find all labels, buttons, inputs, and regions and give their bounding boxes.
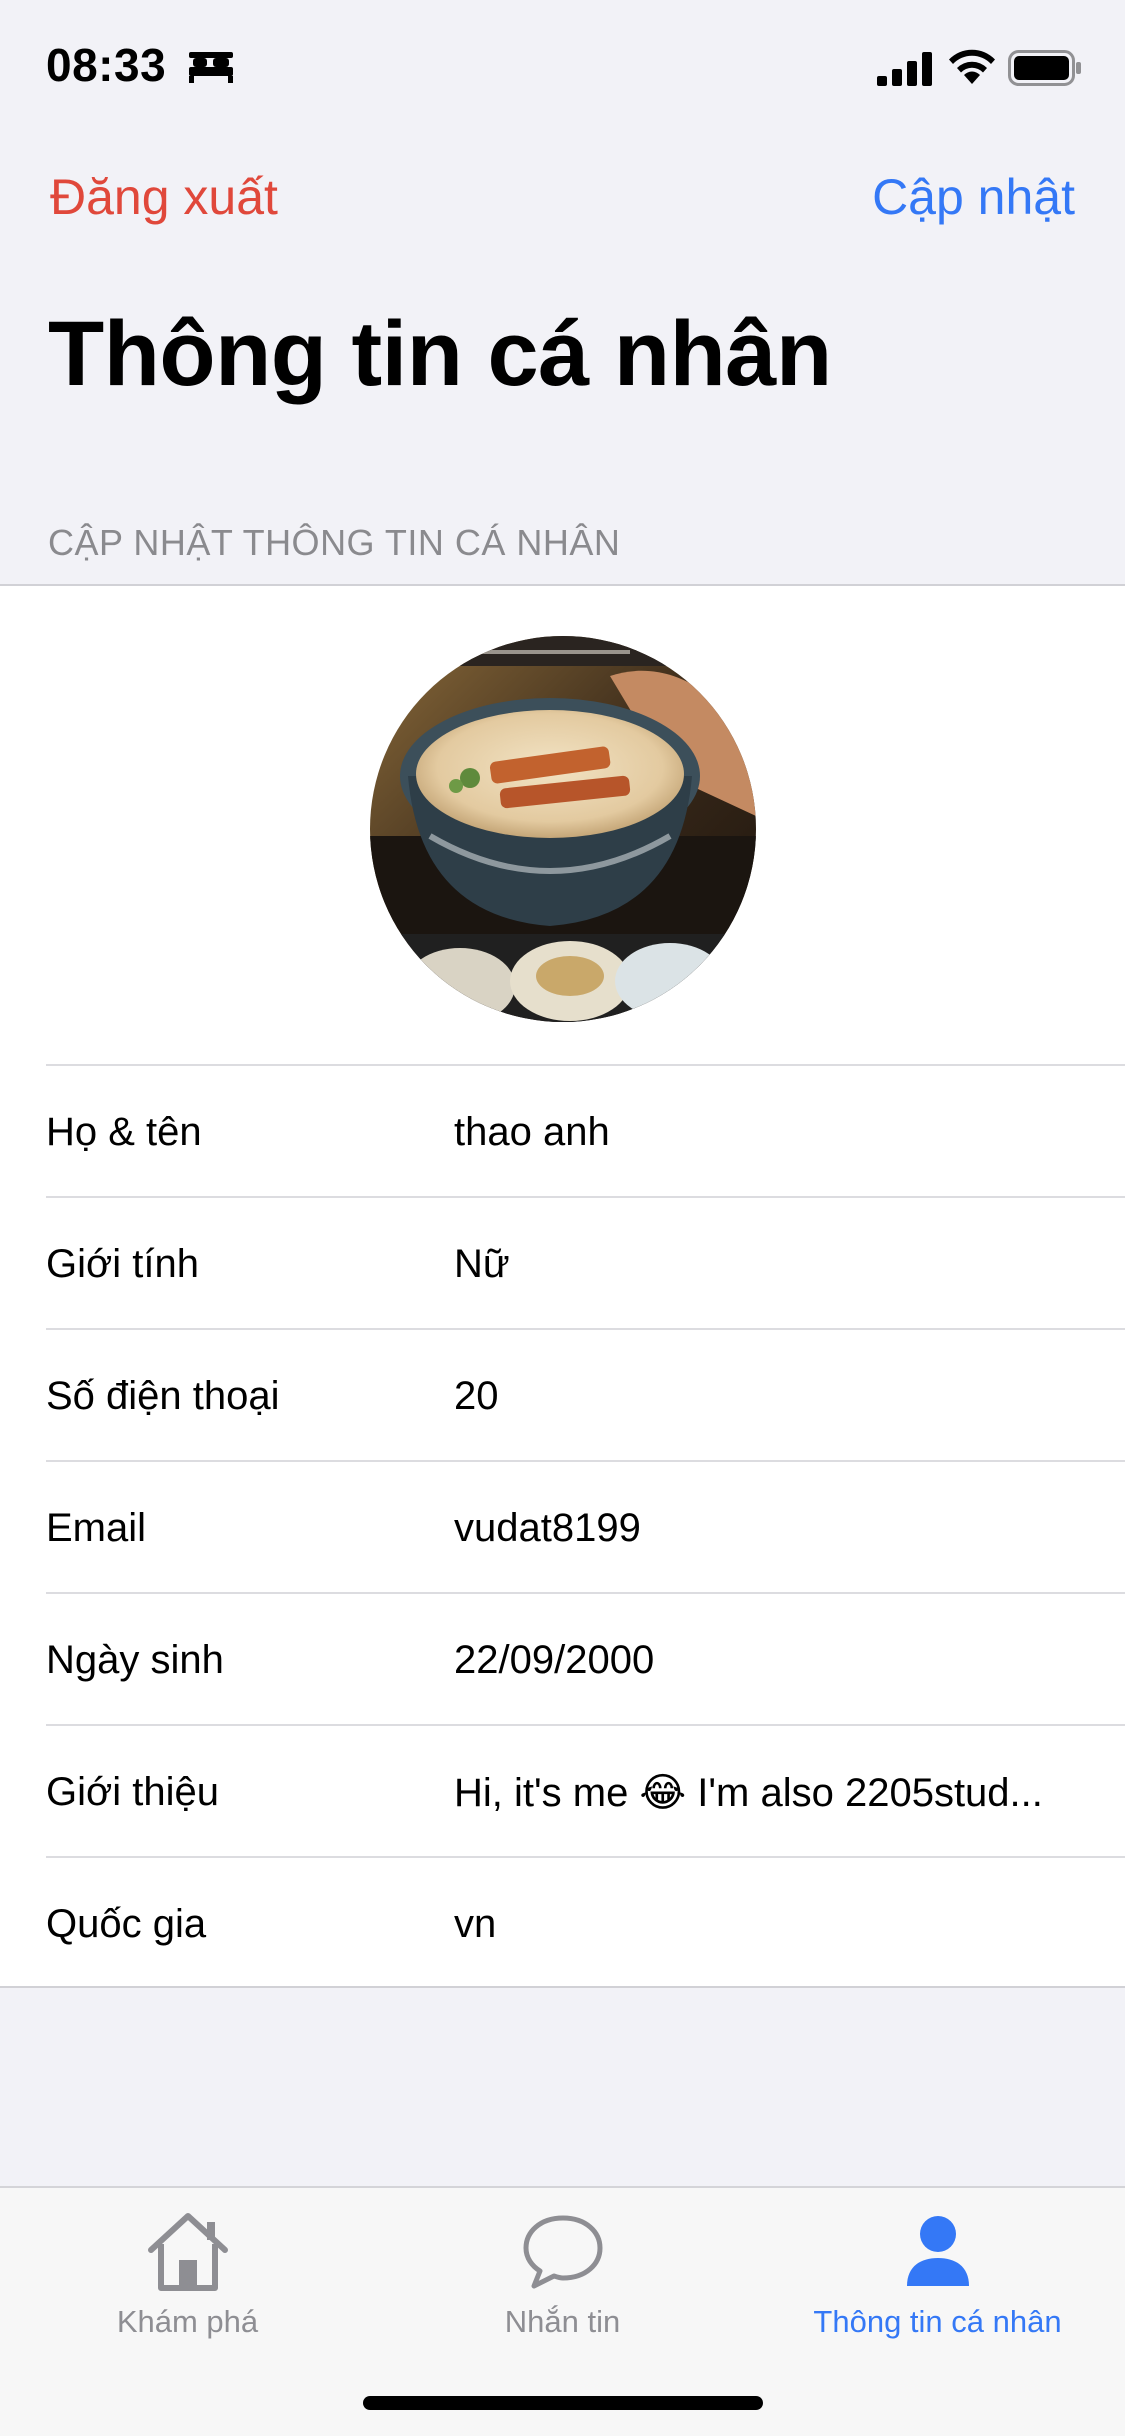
tab-profile[interactable]: Thông tin cá nhân bbox=[750, 2188, 1125, 2388]
tab-messages[interactable]: Nhắn tin bbox=[375, 2188, 750, 2388]
chat-bubble-icon bbox=[523, 2215, 602, 2289]
tab-label: Khám phá bbox=[116, 2304, 259, 2339]
field-value: thao anh bbox=[454, 1110, 610, 1154]
field-value: Nữ bbox=[454, 1242, 510, 1286]
profile-card: Họ & tên thao anh Giới tính Nữ Số điện t… bbox=[0, 584, 1125, 1988]
field-label: Họ & tên bbox=[46, 1110, 202, 1154]
profile-field-list: Họ & tên thao anh Giới tính Nữ Số điện t… bbox=[0, 1064, 1125, 1988]
field-value: vudat8199 bbox=[454, 1506, 641, 1550]
field-row-full-name[interactable]: Họ & tên thao anh bbox=[46, 1064, 1125, 1196]
tab-label: Nhắn tin bbox=[504, 2304, 621, 2339]
field-value: vn bbox=[454, 1902, 497, 1946]
tab-label: Thông tin cá nhân bbox=[813, 2304, 1062, 2339]
field-row-country[interactable]: Quốc gia vn bbox=[46, 1856, 1125, 1988]
field-value: 20 bbox=[454, 1374, 499, 1418]
avatar-photo bbox=[370, 636, 756, 1022]
status-bar: 08:33 bbox=[0, 0, 1125, 132]
battery-icon bbox=[1008, 50, 1081, 86]
update-button[interactable]: Cập nhật bbox=[872, 168, 1075, 226]
person-icon bbox=[906, 2216, 969, 2286]
field-row-email[interactable]: Email vudat8199 bbox=[46, 1460, 1125, 1592]
home-indicator[interactable] bbox=[363, 2396, 763, 2410]
field-row-birthday[interactable]: Ngày sinh 22/09/2000 bbox=[46, 1592, 1125, 1724]
field-label: Giới thiệu bbox=[46, 1770, 219, 1814]
page-title: Thông tin cá nhân bbox=[48, 303, 832, 405]
tab-explore[interactable]: Khám phá bbox=[0, 2188, 375, 2388]
field-label: Giới tính bbox=[46, 1242, 199, 1286]
field-value: 22/09/2000 bbox=[454, 1638, 655, 1682]
avatar[interactable] bbox=[370, 636, 756, 1022]
house-icon bbox=[147, 2213, 228, 2291]
field-label: Ngày sinh bbox=[46, 1638, 224, 1682]
field-row-bio[interactable]: Giới thiệu Hi, it's me 😂 I'm also 2205st… bbox=[46, 1724, 1125, 1856]
signal-icon bbox=[877, 52, 932, 86]
logout-button[interactable]: Đăng xuất bbox=[50, 168, 278, 226]
field-label: Số điện thoại bbox=[46, 1374, 280, 1418]
field-row-phone[interactable]: Số điện thoại 20 bbox=[46, 1328, 1125, 1460]
field-row-gender[interactable]: Giới tính Nữ bbox=[46, 1196, 1125, 1328]
bed-icon bbox=[189, 52, 233, 83]
status-time: 08:33 bbox=[46, 39, 167, 91]
field-label: Email bbox=[46, 1506, 147, 1550]
field-value: Hi, it's me 😂 I'm also 2205stud... bbox=[454, 1771, 1043, 1815]
section-header: CẬP NHẬT THÔNG TIN CÁ NHÂN bbox=[48, 522, 621, 563]
wifi-icon bbox=[949, 49, 995, 84]
field-label: Quốc gia bbox=[46, 1902, 207, 1946]
